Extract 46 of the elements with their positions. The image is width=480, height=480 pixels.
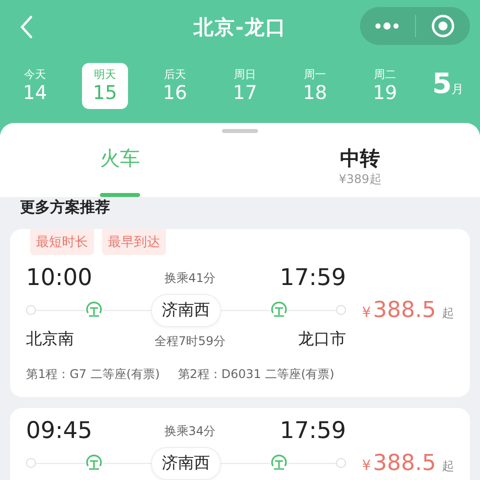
price-symbol: ¥ [362, 304, 371, 320]
date-tab[interactable]: 周二 19 [350, 62, 420, 108]
route-card[interactable]: 09:45 换乘34分 17:59 济南西 ¥388.5 起 [10, 408, 470, 480]
end-dot [336, 458, 346, 468]
section-title: 更多方案推荐 [19, 197, 111, 218]
arrival-time: 17:59 [280, 265, 346, 291]
departure-station: 北京南 [26, 329, 75, 350]
date-tab[interactable]: 后天 16 [140, 62, 210, 108]
month-number: 5 [432, 67, 452, 100]
page-title: 北京-龙口 [193, 14, 287, 40]
price-value: 388.5 [372, 298, 436, 322]
transfer-station: 济南西 [151, 294, 221, 326]
start-dot [26, 458, 36, 468]
train-icon [270, 454, 288, 472]
train-icon [84, 454, 102, 472]
date-tab[interactable]: 周日 17 [210, 62, 280, 108]
price-suffix: 起 [442, 458, 454, 474]
total-duration: 全程7时59分 [154, 333, 226, 350]
arrival-station: 龙口市 [298, 329, 346, 350]
close-icon[interactable] [430, 14, 455, 38]
price-suffix: 起 [442, 304, 454, 322]
departure-time: 09:45 [26, 418, 94, 444]
end-dot [336, 305, 346, 315]
arrival-time: 17:59 [280, 418, 346, 444]
route-card[interactable]: 最短时长 最早到达 10:00 换乘41分 17:59 济南西 ¥388.5 起 北京南 全程7时59分 龙口市 第1程：G7 二等座(有票) 第2程：D6031 二等座(有票) [10, 229, 470, 397]
date-tab[interactable]: 明天 15 [82, 62, 128, 108]
date-tab[interactable]: 今天 14 [0, 62, 70, 108]
mode-tab[interactable]: 火车 [0, 123, 240, 197]
month-unit: 月 [452, 81, 464, 98]
price-value: 388.5 [372, 450, 436, 476]
departure-time: 10:00 [26, 265, 94, 291]
train-icon [270, 301, 288, 319]
transfer-time: 换乘34分 [163, 422, 217, 440]
start-dot [26, 305, 36, 315]
route-tag: 最短时长 [30, 229, 94, 255]
route-tag: 最早到达 [102, 229, 166, 255]
leg-info: 第1程：G7 二等座(有票) [26, 366, 160, 383]
leg-info: 第2程：D6031 二等座(有票) [178, 366, 334, 383]
more-icon[interactable] [374, 22, 400, 30]
price-symbol: ¥ [362, 458, 371, 474]
transfer-station: 济南西 [151, 446, 221, 480]
transfer-time: 换乘41分 [163, 270, 217, 286]
mode-tab[interactable]: 中转 ¥389起 [240, 123, 480, 197]
drag-handle[interactable] [222, 129, 258, 133]
date-tab[interactable]: 周一 18 [280, 62, 350, 108]
train-icon [84, 301, 102, 319]
